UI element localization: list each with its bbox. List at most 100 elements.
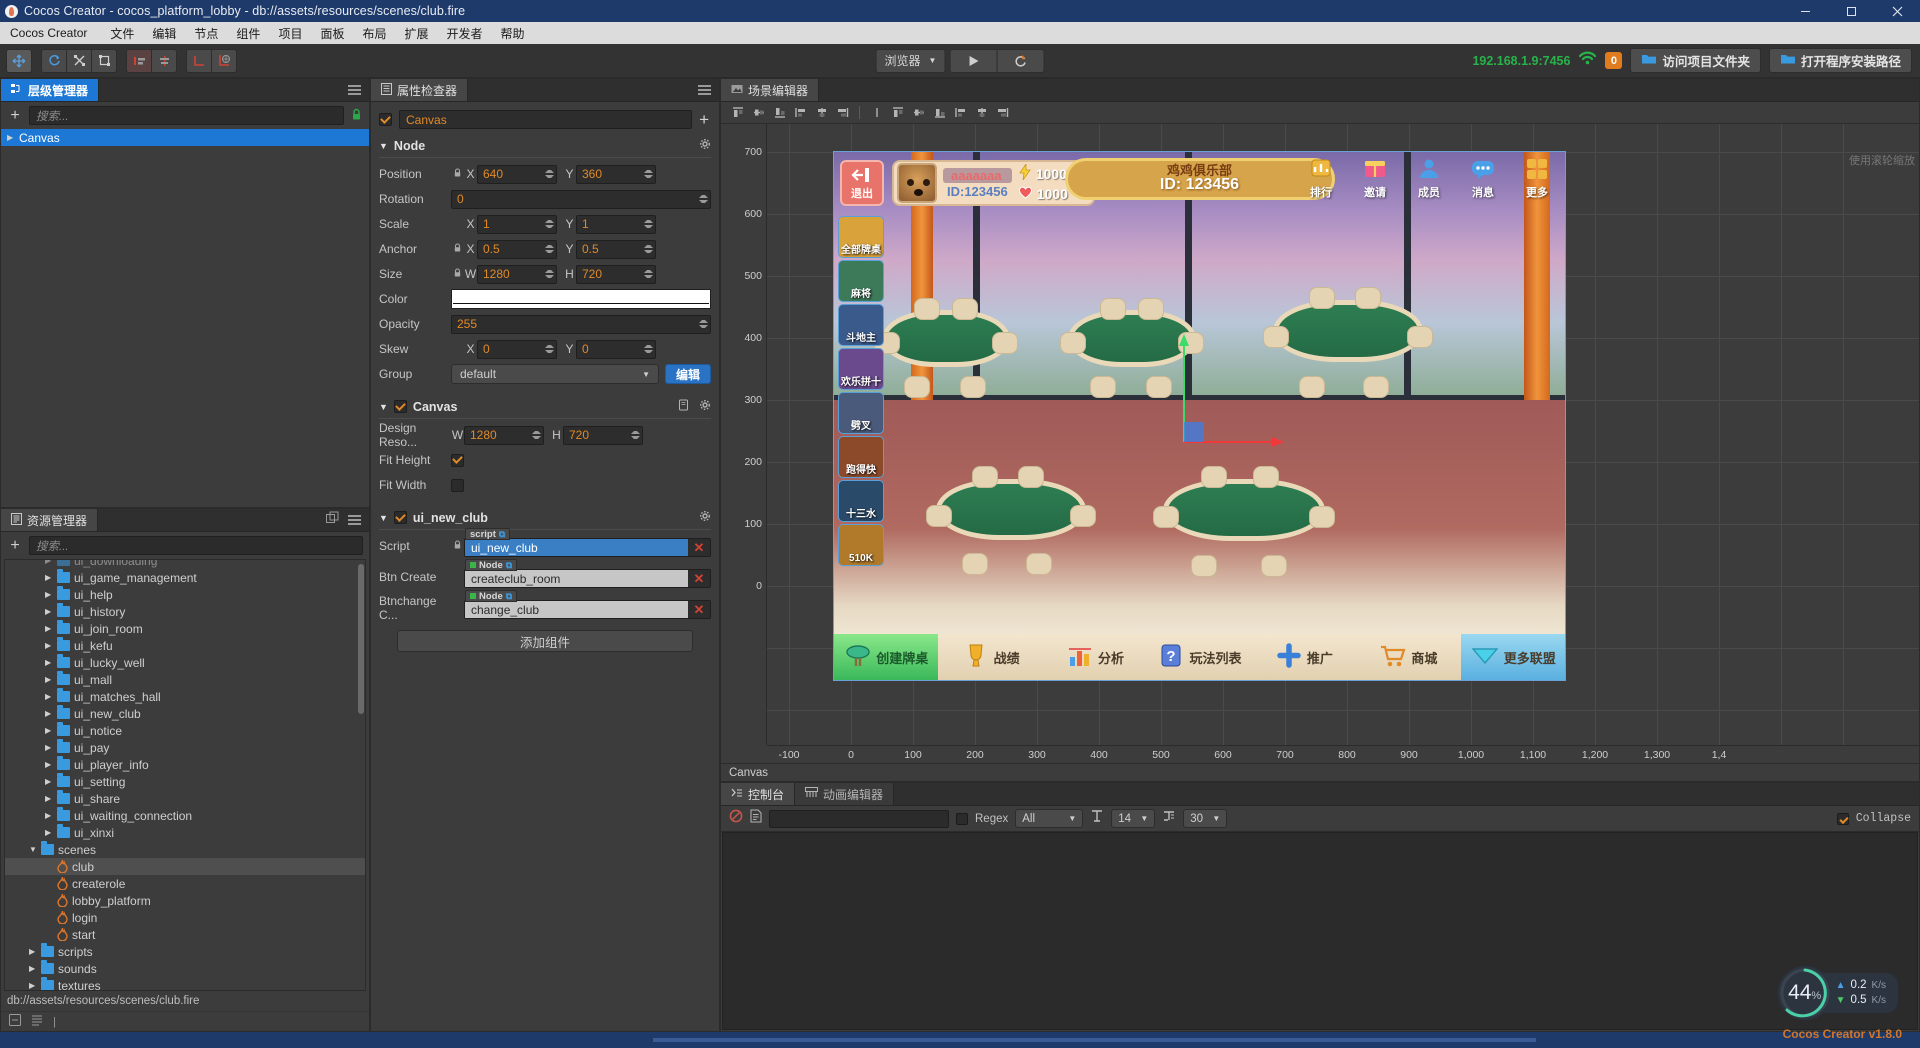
skew-y-input[interactable]: 0 <box>576 339 656 359</box>
btnchange-club-ref-box[interactable]: Node ⧉ change_club ✕ <box>464 590 711 619</box>
clear-btn-create-ref-button[interactable]: ✕ <box>688 571 710 587</box>
refresh-button[interactable] <box>996 48 1045 73</box>
table-object[interactable] <box>1262 286 1433 400</box>
menu-item-layout[interactable]: 布局 <box>353 23 395 44</box>
scale-tool-icon[interactable] <box>66 48 92 73</box>
chevron-right-icon[interactable]: ▶ <box>45 675 53 684</box>
network-monitor-widget[interactable]: 44 % ▲ 0.2 K/s ▼ 0.5 K/s <box>1777 966 1898 1020</box>
script-ref-box[interactable]: script ⧉ ui_new_club ✕ <box>464 528 711 557</box>
stepper-icon[interactable] <box>699 317 708 332</box>
external-link-icon[interactable]: ⧉ <box>506 591 512 602</box>
asset-item-ui-downloading[interactable]: ▶ ui_downloading <box>5 560 365 569</box>
table-object[interactable] <box>1152 466 1335 579</box>
bottom-nav-item-4[interactable]: ? 玩法列表 <box>1147 634 1252 680</box>
asset-item-scripts[interactable]: ▶ scripts <box>5 943 365 960</box>
position-x-input[interactable]: 640 <box>477 164 557 184</box>
game-category-6[interactable]: 跑得快 <box>838 436 884 478</box>
add-asset-button[interactable]: + <box>7 537 23 554</box>
asset-item-ui-history[interactable]: ▶ ui_history <box>5 603 365 620</box>
game-category-3[interactable]: 斗地主 <box>838 304 884 346</box>
chevron-right-icon[interactable]: ▶ <box>45 726 53 735</box>
chevron-right-icon[interactable]: ▶ <box>45 560 53 565</box>
top-icon-messages[interactable]: 消息 <box>1461 156 1505 200</box>
game-category-4[interactable]: 欢乐拼十 <box>838 348 884 390</box>
external-link-icon[interactable]: ⧉ <box>499 529 505 540</box>
stepper-icon[interactable] <box>545 267 554 282</box>
asset-item-sounds[interactable]: ▶ sounds <box>5 960 365 977</box>
lock-icon[interactable] <box>451 167 464 181</box>
game-category-5[interactable]: 劈叉 <box>838 392 884 434</box>
chevron-down-icon[interactable]: ▼ <box>379 402 388 412</box>
align-top2-icon[interactable] <box>887 104 908 122</box>
add-component-plus-icon[interactable]: + <box>699 111 713 128</box>
chevron-right-icon[interactable]: ▶ <box>45 811 53 820</box>
stepper-icon[interactable] <box>545 217 554 232</box>
menu-item-file[interactable]: 文件 <box>101 23 143 44</box>
menu-item-extension[interactable]: 扩展 <box>395 23 437 44</box>
assets-menu-icon[interactable] <box>348 513 361 527</box>
script-enabled-checkbox[interactable] <box>393 511 407 524</box>
asset-item-ui-notice[interactable]: ▶ ui_notice <box>5 722 365 739</box>
lock-icon[interactable] <box>451 242 464 256</box>
chevron-right-icon[interactable]: ▶ <box>45 709 53 718</box>
canvas-enabled-checkbox[interactable] <box>393 400 407 413</box>
node-enabled-checkbox[interactable] <box>379 113 392 126</box>
size-h-input[interactable]: 720 <box>576 264 656 284</box>
close-button[interactable] <box>1874 0 1920 22</box>
asset-item-ui-game-management[interactable]: ▶ ui_game_management <box>5 569 365 586</box>
node-name-input[interactable]: Canvas <box>399 110 693 129</box>
assets-search-input[interactable]: 搜索... <box>29 536 363 555</box>
chevron-down-icon[interactable]: ▼ <box>379 513 388 523</box>
gear-icon[interactable] <box>699 138 711 153</box>
game-category-1[interactable]: 全部牌桌 <box>838 216 884 258</box>
menu-item-developer[interactable]: 开发者 <box>438 23 492 44</box>
preview-device-select[interactable]: 浏览器 ▼ <box>875 48 946 73</box>
chevron-right-icon[interactable]: ▶ <box>45 641 53 650</box>
asset-item-ui-lucky-well[interactable]: ▶ ui_lucky_well <box>5 654 365 671</box>
script-section-header[interactable]: ▼ ui_new_club <box>371 505 719 529</box>
stepper-icon[interactable] <box>545 342 554 357</box>
hierarchy-node-canvas[interactable]: ▶ Canvas <box>1 129 369 146</box>
menu-item-project[interactable]: 项目 <box>269 23 311 44</box>
dist-left-icon[interactable] <box>790 104 811 122</box>
align-bottom2-icon[interactable] <box>929 104 950 122</box>
align-middle2-icon[interactable] <box>908 104 929 122</box>
asset-item-textures[interactable]: ▶ textures <box>5 977 365 990</box>
game-category-2[interactable]: 麻将 <box>838 260 884 302</box>
chevron-right-icon[interactable]: ▶ <box>45 794 53 803</box>
align-center-icon[interactable] <box>151 48 177 73</box>
external-link-icon[interactable]: ⧉ <box>506 560 512 571</box>
size-w-input[interactable]: 1280 <box>477 264 557 284</box>
asset-item-login[interactable]: login <box>5 909 365 926</box>
asset-item-ui-help[interactable]: ▶ ui_help <box>5 586 365 603</box>
asset-item-start[interactable]: start <box>5 926 365 943</box>
tab-animation-editor[interactable]: 动画编辑器 <box>795 783 895 805</box>
tab-assets[interactable]: 资源管理器 <box>1 509 99 531</box>
bottom-nav-item-3[interactable]: 分析 <box>1042 634 1148 680</box>
menu-item-panel[interactable]: 面板 <box>311 23 353 44</box>
chevron-right-icon[interactable]: ▶ <box>45 573 53 582</box>
color-swatch[interactable] <box>451 289 711 309</box>
coordinate-icon[interactable] <box>211 48 237 73</box>
dist-right-icon[interactable] <box>832 104 853 122</box>
asset-item-ui-pay[interactable]: ▶ ui_pay <box>5 739 365 756</box>
stepper-icon[interactable] <box>644 342 653 357</box>
game-category-8[interactable]: 510K <box>838 524 884 566</box>
align-middle-icon[interactable] <box>748 104 769 122</box>
asset-item-ui-matches-hall[interactable]: ▶ ui_matches_hall <box>5 688 365 705</box>
game-category-list[interactable]: 全部牌桌 麻将 斗地主 欢乐拼十 劈叉 跑得快 十三水 510K <box>838 216 884 566</box>
gear-icon[interactable] <box>699 399 711 414</box>
pivot-icon[interactable] <box>186 48 212 73</box>
scene-canvas-area[interactable]: 退出 aaaaaaa ID:123456 1000 1000 鸡鸡俱乐部 ID:… <box>767 124 1919 745</box>
bottom-nav-item-7[interactable]: 更多联盟 <box>1460 634 1565 680</box>
lock-icon[interactable] <box>451 539 464 553</box>
node-section-header[interactable]: ▼ Node <box>371 133 719 157</box>
minimize-button[interactable] <box>1782 0 1828 22</box>
play-button[interactable] <box>949 48 998 73</box>
bottom-nav-item-6[interactable]: 商城 <box>1356 634 1461 680</box>
popout-icon[interactable] <box>326 511 339 529</box>
maximize-button[interactable] <box>1828 0 1874 22</box>
dist-right2-icon[interactable] <box>992 104 1013 122</box>
table-object[interactable] <box>926 466 1097 577</box>
group-edit-button[interactable]: 编辑 <box>664 364 711 384</box>
